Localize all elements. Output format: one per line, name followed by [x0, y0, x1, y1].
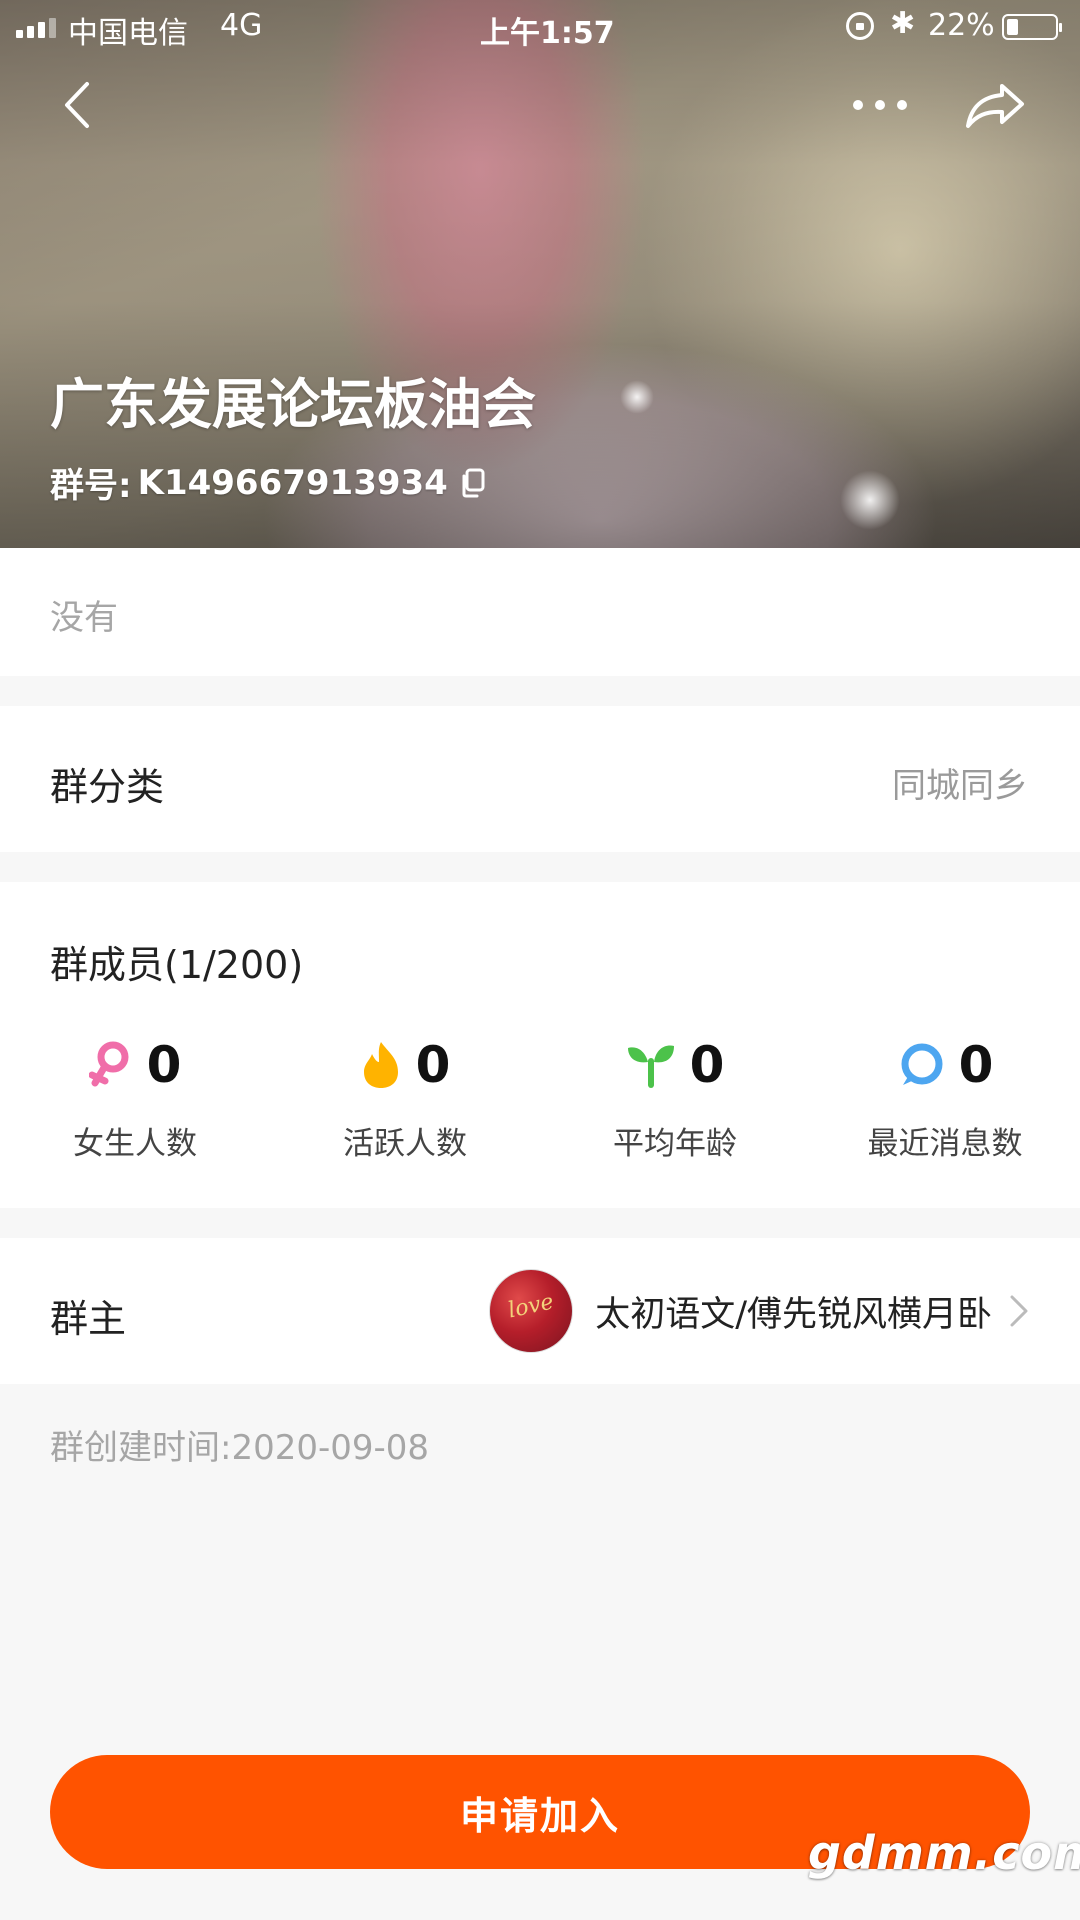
chevron-left-icon: [65, 82, 89, 128]
share-button[interactable]: [960, 70, 1030, 140]
copy-icon[interactable]: [458, 467, 488, 499]
owner-avatar[interactable]: love: [489, 1269, 574, 1353]
stat-label: 女生人数: [73, 1126, 197, 1162]
network-type: 4G: [220, 8, 263, 43]
group-id-value: K149667913934: [137, 462, 448, 503]
stat-value: 0: [689, 1036, 725, 1094]
battery-level: [1007, 19, 1018, 35]
stat-label: 最近消息数: [867, 1126, 1023, 1162]
members-title: 群成员(1/200): [50, 943, 304, 987]
female-icon: [88, 1041, 129, 1087]
group-owner-row[interactable]: 群主 love 太初语文/傅先锐风横月卧: [0, 1238, 1080, 1384]
bluetooth-icon: ✱: [890, 6, 916, 41]
signal-icon: [16, 16, 56, 38]
battery-percent: 22%: [928, 8, 995, 43]
carrier-name: 中国电信: [68, 16, 188, 51]
battery-icon: [1002, 14, 1062, 40]
owner-name: 太初语文/傅先锐风横月卧: [595, 1294, 992, 1335]
more-button[interactable]: [845, 70, 915, 140]
group-id-label: 群号:: [50, 466, 132, 506]
owner-info[interactable]: love 太初语文/傅先锐风横月卧: [489, 1268, 1030, 1354]
share-arrow-icon: [966, 84, 1024, 128]
stat-active-count: 0 活跃人数: [270, 1032, 540, 1163]
category-value: 同城同乡: [892, 766, 1028, 806]
more-dots-icon: [853, 100, 907, 110]
cover-highlight: [840, 470, 900, 530]
rotation-lock-icon: [846, 12, 874, 40]
group-description-section: 没有: [0, 548, 1080, 676]
group-id-row: 群号: K149667913934: [50, 458, 488, 507]
group-name: 广东发展论坛板油会: [50, 373, 536, 436]
status-bar: 中国电信 4G 上午1:57 ✱ 22%: [0, 0, 1080, 56]
stat-recent-messages: 0 最近消息数: [810, 1032, 1080, 1163]
stat-value: 0: [958, 1036, 994, 1094]
stat-average-age: 0 平均年龄: [540, 1032, 810, 1163]
stat-value: 0: [415, 1036, 451, 1094]
stat-female-count: 0 女生人数: [0, 1032, 270, 1163]
owner-label: 群主: [50, 1297, 127, 1341]
status-time: 上午1:57: [480, 16, 615, 51]
watermark: gdmm.com: [808, 1826, 1080, 1880]
cover-highlight: [620, 380, 654, 414]
stat-label: 活跃人数: [343, 1126, 467, 1162]
category-label: 群分类: [50, 765, 165, 809]
message-icon: [901, 1043, 943, 1085]
back-button[interactable]: [42, 70, 112, 140]
sprout-icon: [627, 1045, 674, 1088]
stat-value: 0: [146, 1036, 182, 1094]
chevron-right-icon: [1010, 1295, 1028, 1327]
group-category-row: 群分类 同城同乡: [0, 706, 1080, 852]
members-section[interactable]: 群成员(1/200) 0 女生人数 0 活跃人数 0 平均年龄 0 最近消息数: [0, 882, 1080, 1208]
fire-icon: [363, 1042, 398, 1088]
group-cover-image: 中国电信 4G 上午1:57 ✱ 22% 广东发展论坛板油会 群号: K1496…: [0, 0, 1080, 548]
stat-label: 平均年龄: [613, 1126, 737, 1162]
group-created-time: 群创建时间:2020-09-08: [50, 1428, 430, 1468]
group-description: 没有: [50, 598, 118, 638]
group-detail-screen: 中国电信 4G 上午1:57 ✱ 22% 广东发展论坛板油会 群号: K1496…: [0, 0, 1080, 1920]
avatar-caption: love: [506, 1289, 557, 1324]
